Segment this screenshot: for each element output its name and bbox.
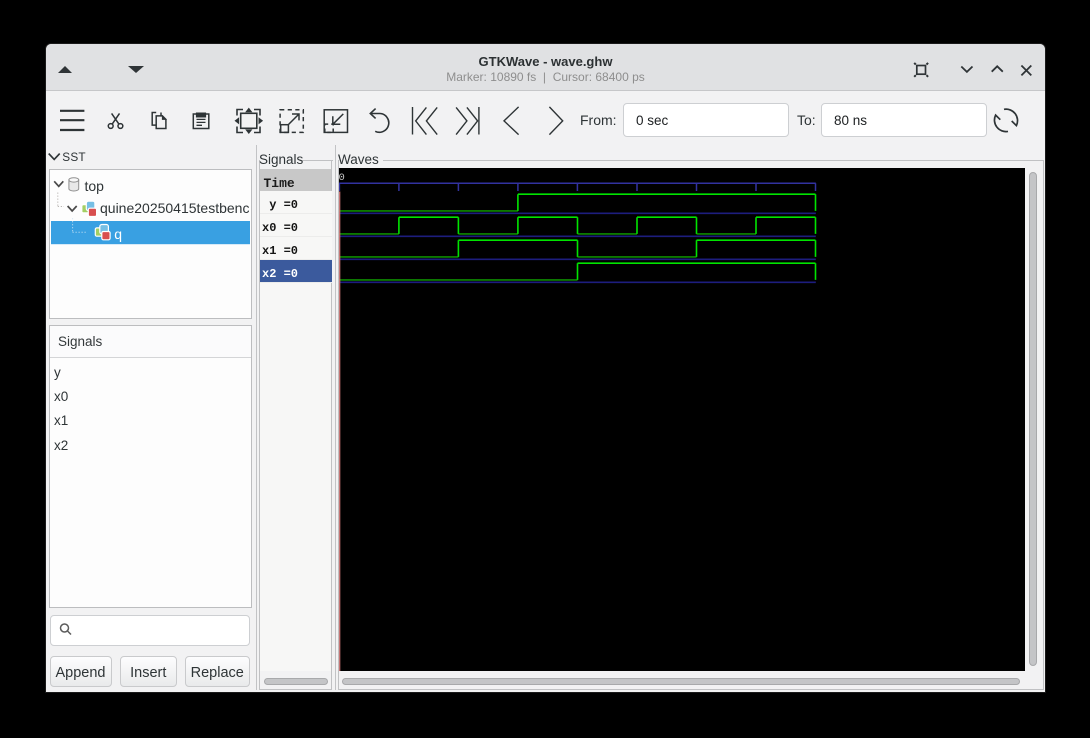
svg-text:0: 0 [339,172,345,184]
